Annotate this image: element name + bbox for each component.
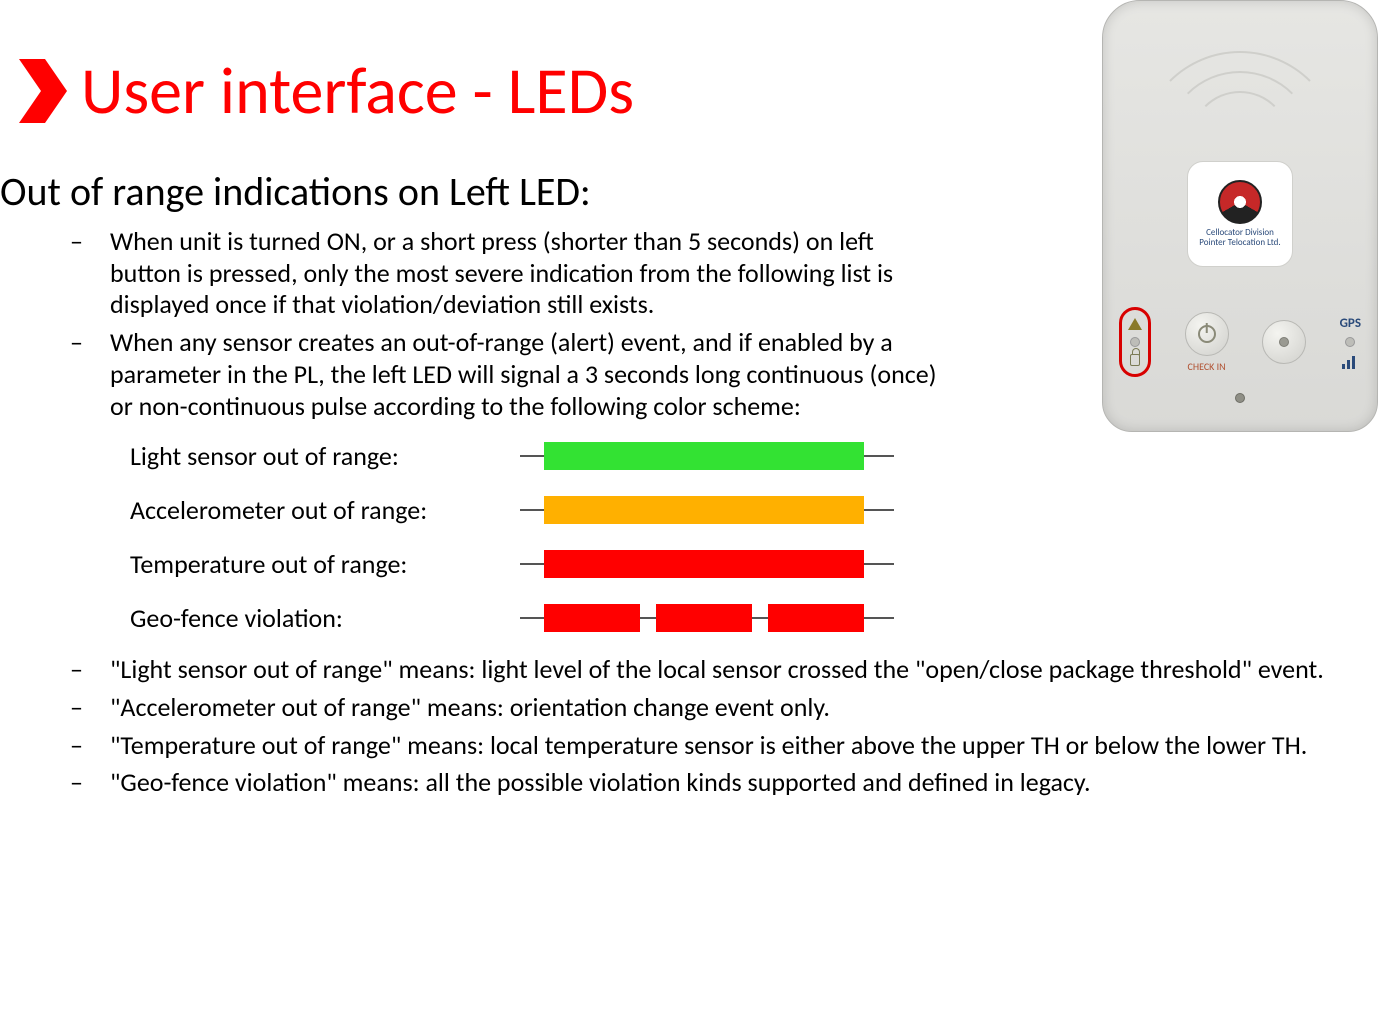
scheme-label: Light sensor out of range: [130, 440, 520, 472]
pulse-gap [752, 617, 768, 619]
scheme-label: Temperature out of range: [130, 548, 520, 580]
brand-logo-icon [1218, 180, 1262, 224]
list-item: "Temperature out of range" means: local … [70, 730, 1330, 762]
solid-pulse-bar [544, 550, 864, 578]
checkin-label: CHECK IN [1188, 360, 1226, 373]
list-item: When unit is turned ON, or a short press… [70, 226, 940, 321]
lead-line [520, 455, 544, 457]
device-logo-plate: Cellocator Division Pointer Telocation L… [1187, 161, 1293, 267]
gps-label: GPS [1340, 316, 1361, 331]
list-item: "Accelerometer out of range" means: orie… [70, 692, 1330, 724]
list-item: "Geo-fence violation" means: all the pos… [70, 767, 1330, 799]
lead-line [520, 563, 544, 565]
slide: Cellocator Division Pointer Telocation L… [0, 0, 1388, 1009]
warning-triangle-icon [1128, 318, 1142, 330]
trail-line [864, 617, 894, 619]
left-button-highlight [1119, 307, 1151, 377]
scheme-bar [520, 604, 940, 632]
lock-icon [1130, 354, 1140, 366]
power-icon [1198, 325, 1216, 343]
bottom-bullet-list: "Light sensor out of range" means: light… [70, 654, 1388, 799]
scheme-bar [520, 550, 940, 578]
chevron-icon [15, 55, 71, 127]
scheme-label: Geo-fence violation: [130, 602, 520, 634]
gps-stack: GPS [1340, 316, 1361, 369]
scheme-bar [520, 496, 940, 524]
lead-line [520, 509, 544, 511]
pulse-segment [544, 604, 640, 632]
bottom-indicator-dot [1235, 393, 1245, 403]
mic-led-icon [1279, 337, 1289, 347]
pulse-segment [768, 604, 864, 632]
device-body: Cellocator Division Pointer Telocation L… [1102, 0, 1378, 432]
right-round-button [1262, 320, 1306, 364]
brand-line-2: Pointer Telocation Ltd. [1199, 237, 1280, 248]
pulse-gap [640, 617, 656, 619]
page-title: User interface - LEDs [81, 50, 634, 131]
device-signal-arcs [1140, 41, 1340, 161]
scheme-label: Accelerometer out of range: [130, 494, 520, 526]
device-button-row: CHECK IN GPS [1103, 307, 1377, 377]
device-illustration: Cellocator Division Pointer Telocation L… [1102, 0, 1378, 432]
lead-line [520, 617, 544, 619]
solid-pulse-bar [544, 496, 864, 524]
center-button-stack: CHECK IN [1185, 312, 1229, 373]
signal-icon [1342, 353, 1358, 369]
solid-pulse-bar [544, 442, 864, 470]
gps-led-icon [1345, 337, 1355, 347]
brand-text: Cellocator Division Pointer Telocation L… [1199, 228, 1280, 248]
color-scheme-grid: Light sensor out of range: Accelerometer … [130, 440, 1388, 634]
trail-line [864, 455, 894, 457]
power-button [1185, 312, 1229, 356]
left-led-icon [1130, 337, 1140, 347]
trail-line [864, 563, 894, 565]
scheme-bar [520, 442, 940, 470]
list-item: "Light sensor out of range" means: light… [70, 654, 1330, 686]
list-item: When any sensor creates an out-of-range … [70, 327, 940, 422]
segmented-pulse-bar [544, 604, 864, 632]
trail-line [864, 509, 894, 511]
pulse-segment [656, 604, 752, 632]
